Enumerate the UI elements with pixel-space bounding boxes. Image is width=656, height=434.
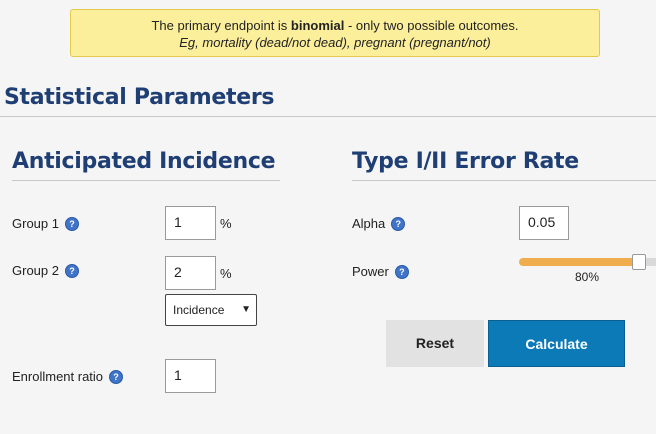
group1-label: Group 1 ?	[12, 216, 79, 231]
group2-unit: %	[220, 266, 232, 281]
group1-unit: %	[220, 216, 232, 231]
reset-button[interactable]: Reset	[386, 320, 484, 367]
heading-divider	[0, 116, 656, 117]
notice-bold-term: binomial	[290, 18, 345, 33]
binomial-notice: The primary endpoint is binomial - only …	[70, 9, 600, 57]
help-icon[interactable]: ?	[391, 216, 406, 231]
alpha-label: Alpha ?	[352, 216, 406, 231]
power-slider-remaining	[646, 258, 656, 266]
help-icon[interactable]: ?	[64, 263, 79, 278]
power-slider-handle[interactable]	[632, 254, 646, 270]
help-icon[interactable]: ?	[64, 216, 79, 231]
group2-label: Group 2 ?	[12, 263, 79, 278]
power-label: Power ?	[352, 264, 409, 279]
notice-line-1: The primary endpoint is binomial - only …	[151, 18, 519, 33]
alpha-input[interactable]: 0.05	[519, 206, 569, 240]
error-rate-heading: Type I/II Error Rate	[352, 149, 579, 174]
calculate-button[interactable]: Calculate	[488, 320, 625, 367]
statistical-parameters-heading: Statistical Parameters	[4, 85, 275, 110]
enrollment-ratio-label: Enrollment ratio ?	[12, 369, 124, 384]
power-value: 80%	[575, 270, 600, 284]
error-rate-divider	[352, 180, 656, 181]
anticipated-incidence-heading: Anticipated Incidence	[12, 149, 276, 174]
notice-line-2: Eg, mortality (dead/not dead), pregnant …	[179, 35, 491, 50]
incidence-mode-select[interactable]: Incidence ▼	[165, 294, 257, 326]
help-icon[interactable]: ?	[394, 264, 409, 279]
group1-input[interactable]: 1	[165, 206, 216, 240]
group2-input[interactable]: 2	[165, 256, 216, 290]
enrollment-ratio-input[interactable]: 1	[165, 359, 216, 393]
incidence-divider	[12, 180, 280, 181]
help-icon[interactable]: ?	[109, 369, 124, 384]
chevron-down-icon: ▼	[241, 304, 251, 315]
power-slider[interactable]	[519, 254, 656, 270]
